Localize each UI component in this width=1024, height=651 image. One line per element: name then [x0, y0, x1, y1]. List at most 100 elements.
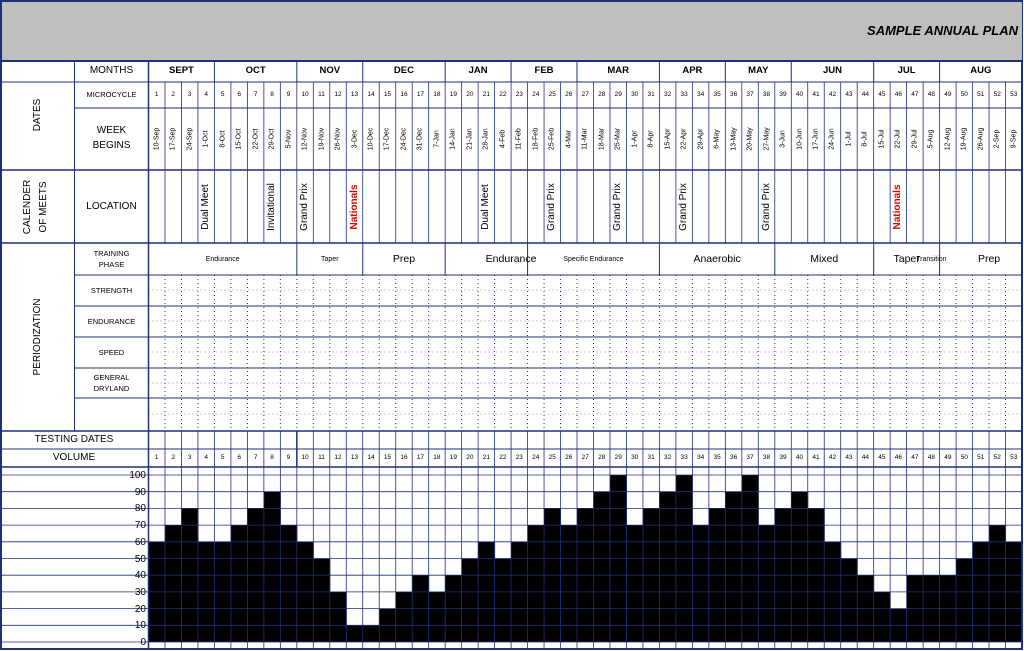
- microcycle-number: 7: [253, 90, 258, 98]
- row-label-volume: VOLUME: [52, 452, 96, 463]
- volume-tick-label: 10: [134, 620, 146, 632]
- volume-bar: [956, 558, 974, 642]
- week-begins-date: 17-Dec: [383, 127, 391, 151]
- row-label-endurance: ENDURANCE: [87, 316, 136, 326]
- week-begins-date: 11-Mar: [581, 128, 589, 150]
- week-begins-date: 19-Aug: [960, 127, 968, 151]
- meet-label: Grand Prix: [760, 182, 772, 231]
- volume-bar: [593, 491, 611, 642]
- row-label-week: WEEK: [96, 125, 127, 136]
- volume-week-number: 40: [795, 453, 804, 461]
- microcycle-number: 27: [581, 90, 589, 98]
- volume-bar: [659, 491, 677, 642]
- row-label-phase: PHASE: [98, 260, 125, 270]
- microcycle-number: 13: [350, 90, 359, 98]
- microcycle-number: 15: [383, 90, 392, 98]
- section-label-dates: DATES: [32, 98, 43, 132]
- row-label-months: MONTHS: [89, 65, 134, 76]
- microcycle-number: 30: [631, 90, 639, 98]
- training-phase-label: Prep: [977, 252, 1001, 265]
- microcycle-number: 17: [416, 90, 425, 98]
- week-begins-date: 18-Mar: [598, 127, 606, 151]
- month-label: MAR: [607, 65, 630, 77]
- month-label: JAN: [468, 65, 488, 77]
- page-title: SAMPLE ANNUAL PLAN: [867, 23, 1018, 38]
- row-label-training: TRAINING: [93, 249, 130, 259]
- microcycle-number: 28: [598, 90, 606, 98]
- volume-bar: [230, 525, 248, 642]
- volume-week-number: 34: [696, 453, 705, 461]
- microcycle-number: 12: [334, 90, 342, 98]
- volume-week-number: 3: [187, 453, 192, 461]
- volume-week-number: 26: [565, 453, 573, 461]
- microcycle-number: 11: [318, 90, 325, 98]
- volume-tick-label: 30: [134, 586, 146, 598]
- row-label-speed: SPEED: [98, 347, 125, 357]
- microcycle-number: 31: [647, 90, 655, 98]
- volume-week-number: 25: [548, 453, 556, 461]
- volume-week-number: 23: [515, 453, 523, 461]
- volume-tick-label: 80: [134, 503, 146, 515]
- week-begins-date: 10-Sep: [153, 127, 161, 151]
- week-begins-date: 14-Jan: [449, 128, 457, 150]
- microcycle-number: 5: [220, 90, 225, 98]
- volume-week-number: 38: [762, 453, 771, 461]
- microcycle-number: 43: [845, 90, 853, 98]
- volume-week-number: 51: [977, 453, 985, 461]
- microcycle-number: 22: [499, 90, 507, 98]
- volume-tick-label: 60: [134, 536, 146, 548]
- volume-week-number: 20: [466, 453, 474, 461]
- microcycle-number: 23: [515, 90, 523, 98]
- volume-bar: [395, 591, 413, 642]
- month-label: SEPT: [169, 65, 194, 77]
- volume-bar: [560, 525, 578, 642]
- week-begins-date: 9-Sep: [1010, 129, 1018, 149]
- week-begins-date: 24-Sep: [186, 127, 194, 151]
- volume-week-number: 35: [713, 453, 721, 461]
- training-phase-label: Anaerobic: [693, 252, 741, 265]
- row-label-location: LOCATION: [86, 200, 137, 212]
- row-label-begins: BEGINS: [92, 140, 131, 151]
- week-begins-date: 24-Jun: [828, 128, 836, 150]
- microcycle-number: 10: [301, 90, 309, 98]
- volume-week-number: 46: [894, 453, 903, 461]
- microcycle-number: 49: [944, 90, 952, 98]
- week-begins-date: 4-Feb: [499, 129, 507, 149]
- microcycle-number: 46: [894, 90, 903, 98]
- training-phase-label: Taper: [321, 255, 339, 263]
- volume-bar: [329, 591, 347, 642]
- week-begins-date: 26-Aug: [977, 127, 985, 151]
- microcycle-number: 41: [812, 90, 820, 98]
- week-begins-date: 20-May: [746, 127, 754, 151]
- volume-week-number: 6: [237, 453, 241, 461]
- volume-bar: [758, 525, 776, 642]
- month-label: DEC: [393, 65, 414, 77]
- training-phase-label: Prep: [392, 252, 416, 265]
- volume-bar: [280, 525, 298, 642]
- volume-week-number: 53: [1010, 453, 1018, 461]
- microcycle-number: 51: [977, 90, 985, 98]
- volume-week-number: 45: [878, 453, 886, 461]
- week-begins-date: 11-Feb: [515, 128, 523, 150]
- volume-tick-label: 40: [134, 570, 146, 582]
- row-label-testing-dates: TESTING DATES: [34, 434, 114, 445]
- volume-tick-label: 0: [140, 637, 146, 648]
- volume-bar: [527, 525, 545, 642]
- volume-week-number: 39: [779, 453, 787, 461]
- volume-week-number: 1: [154, 453, 159, 461]
- volume-week-number: 21: [482, 453, 490, 461]
- microcycle-number: 14: [367, 90, 375, 98]
- volume-week-number: 31: [647, 453, 655, 461]
- row-label-microcycle: MICROCYCLE: [86, 90, 137, 100]
- microcycle-number: 4: [204, 90, 208, 98]
- row-label-dryland: DRYLAND: [93, 384, 130, 394]
- volume-week-number: 8: [270, 453, 274, 461]
- volume-bar: [725, 491, 743, 642]
- volume-week-number: 16: [400, 453, 408, 461]
- volume-week-number: 36: [729, 453, 738, 461]
- week-begins-date: 29-Jul: [911, 129, 919, 149]
- volume-week-number: 17: [416, 453, 425, 461]
- week-begins-date: 15-Oct: [235, 128, 243, 150]
- week-begins-date: 21-Jan: [466, 128, 474, 150]
- month-label: OCT: [245, 65, 266, 77]
